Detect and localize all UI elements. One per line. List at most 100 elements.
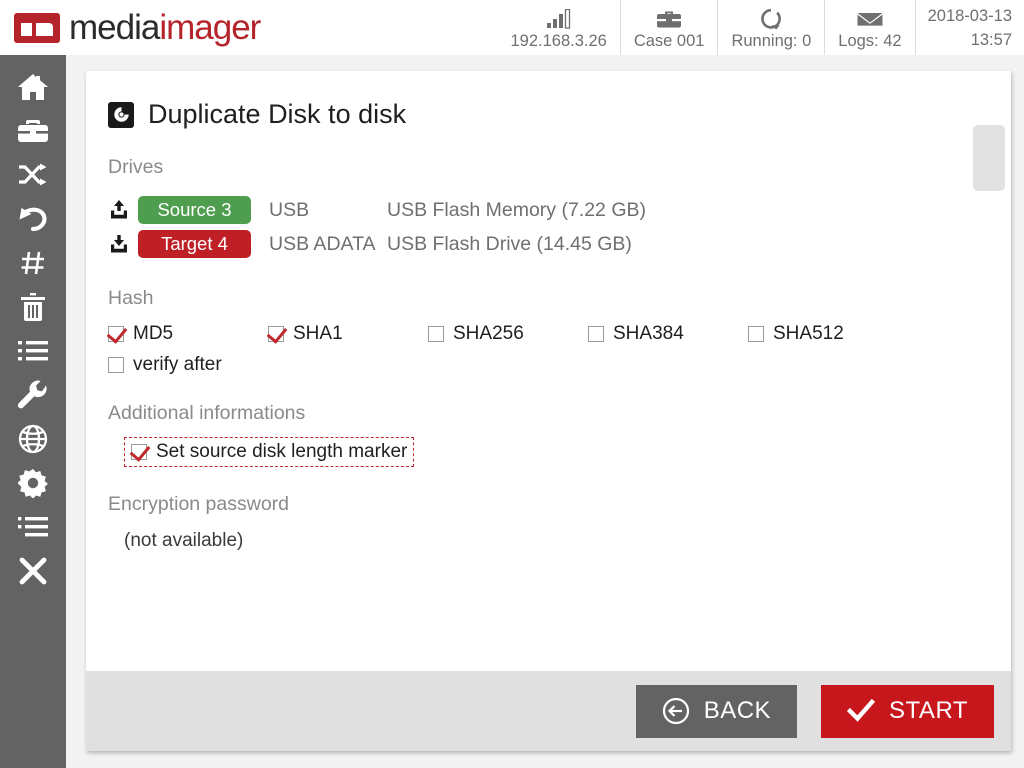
app-header: mediaimager 192.168.3.26 Case 001 Runnin… (0, 0, 1024, 55)
sidebar-item-tasks[interactable] (0, 505, 66, 549)
checkbox-sha256[interactable]: SHA256 (428, 323, 568, 345)
sidebar-item-hash[interactable] (0, 241, 66, 285)
start-button-label: START (889, 697, 968, 724)
checkbox-set-source-disk-length-marker-label: Set source disk length marker (156, 441, 408, 462)
checkbox-md5[interactable]: MD5 (108, 323, 248, 345)
drive-row-target[interactable]: Target 4 USB ADATA USB Flash Drive (14.4… (108, 227, 1011, 261)
checkbox-sha256-box[interactable] (428, 326, 444, 342)
checkbox-verify-after[interactable]: verify after (108, 354, 222, 376)
drives-section-label: Drives (108, 156, 164, 178)
additional-options-row: Set source disk length marker (108, 425, 1011, 467)
sidebar-item-network[interactable] (0, 417, 66, 461)
checkbox-sha512[interactable]: SHA512 (748, 323, 888, 345)
time-label: 13:57 (970, 30, 1012, 49)
sidebar-item-restore[interactable] (0, 197, 66, 241)
brand-logo: mediaimager (14, 7, 261, 48)
checkbox-sha512-box[interactable] (748, 326, 764, 342)
application-window: mediaimager 192.168.3.26 Case 001 Runnin… (0, 0, 1024, 768)
brand-name-part1: media (69, 7, 160, 47)
dialog-scrollbar[interactable] (971, 71, 1011, 671)
sidebar-item-duplicate[interactable] (0, 153, 66, 197)
hash-section-label: Hash (108, 287, 154, 309)
download-icon (108, 233, 138, 255)
hash-options-row: MD5 SHA1 SHA256 SHA384 SHA512 (108, 323, 1011, 345)
drive-row-source[interactable]: Source 3 USB USB Flash Memory (7.22 GB) (108, 193, 1011, 227)
dialog-title-row: Duplicate Disk to disk (108, 99, 1011, 130)
status-item-datetime: 2018-03-13 13:57 (914, 0, 1024, 55)
encryption-password-value: (not available) (124, 530, 244, 551)
envelope-icon (856, 6, 884, 32)
verify-after-row: verify after (108, 354, 1011, 376)
briefcase-icon (17, 118, 49, 144)
check-icon (847, 698, 876, 724)
additional-section-label: Additional informations (108, 402, 306, 424)
source-badge: Source 3 (138, 196, 251, 224)
source-description: USB Flash Memory (7.22 GB) (387, 198, 646, 221)
start-button[interactable]: START (821, 684, 994, 738)
sidebar-item-cases[interactable] (0, 109, 66, 153)
sidebar-item-wipe[interactable] (0, 285, 66, 329)
shuffle-icon (17, 162, 49, 188)
checkbox-set-source-disk-length-marker-box[interactable] (131, 444, 147, 460)
briefcase-icon (655, 6, 683, 32)
back-button[interactable]: BACK (635, 684, 798, 738)
checkbox-sha384-label: SHA384 (613, 323, 684, 344)
target-description: USB Flash Drive (14.45 GB) (387, 232, 632, 255)
dialog-scrollbar-thumb[interactable] (973, 125, 1005, 191)
drives-list: Source 3 USB USB Flash Memory (7.22 GB) … (86, 193, 1011, 261)
checkbox-sha1-label: SHA1 (293, 323, 343, 344)
sidebar-item-logs[interactable] (0, 329, 66, 373)
running-label: Running: 0 (731, 31, 812, 50)
wrench-icon (17, 380, 49, 410)
page-title: Duplicate Disk to disk (148, 99, 407, 129)
status-item-ip-address[interactable]: 192.168.3.26 (497, 0, 619, 55)
logs-label: Logs: 42 (838, 31, 902, 50)
brand-logo-text: mediaimager (69, 7, 261, 48)
checkbox-verify-after-box[interactable] (108, 357, 124, 373)
dialog-body: Duplicate Disk to disk Drives Source 3 U… (86, 71, 1011, 671)
checkbox-sha1-box[interactable] (268, 326, 284, 342)
refresh-icon (758, 6, 784, 32)
sidebar-item-tools[interactable] (0, 373, 66, 417)
sidebar-item-settings[interactable] (0, 461, 66, 505)
arrow-left-circle-icon (662, 697, 690, 725)
date-label: 2018-03-13 (927, 6, 1012, 25)
checkbox-sha1[interactable]: SHA1 (268, 323, 408, 345)
checkbox-verify-after-label: verify after (133, 354, 222, 375)
signal-bars-icon (546, 6, 572, 32)
brand-name-part2: imager (159, 7, 261, 47)
status-item-logs[interactable]: Logs: 42 (824, 0, 914, 55)
header-status-bar: 192.168.3.26 Case 001 Running: 0 Logs: 4… (497, 0, 1024, 55)
source-bus-label: USB (269, 198, 310, 221)
status-item-case[interactable]: Case 001 (619, 0, 718, 55)
checkbox-sha512-label: SHA512 (773, 323, 844, 344)
upload-icon (108, 199, 138, 221)
main-sidebar (0, 55, 66, 768)
sidebar-item-close[interactable] (0, 549, 66, 593)
status-item-running[interactable]: Running: 0 (717, 0, 824, 55)
checkbox-md5-box[interactable] (108, 326, 124, 342)
gear-icon (18, 468, 48, 498)
mediaimager-logo-icon (14, 12, 60, 43)
trash-icon (19, 292, 47, 322)
list-icon (17, 339, 49, 363)
sidebar-item-home[interactable] (0, 65, 66, 109)
page-content-area: Duplicate Disk to disk Drives Source 3 U… (66, 55, 1024, 768)
dialog-footer: BACK START (86, 671, 1011, 751)
case-label: Case 001 (633, 31, 705, 50)
duplicate-disk-dialog: Duplicate Disk to disk Drives Source 3 U… (86, 71, 1011, 751)
undo-icon (17, 205, 49, 233)
disk-icon (108, 101, 134, 128)
back-button-label: BACK (703, 697, 772, 724)
checkbox-sha384[interactable]: SHA384 (588, 323, 728, 345)
home-icon (16, 72, 50, 102)
hash-icon (19, 249, 47, 277)
ip-address-label: 192.168.3.26 (510, 31, 607, 50)
indent-list-icon (17, 516, 49, 538)
close-x-icon (18, 556, 48, 586)
checkbox-sha384-box[interactable] (588, 326, 604, 342)
globe-icon (18, 424, 48, 454)
encryption-section-label: Encryption password (108, 493, 290, 515)
checkbox-set-source-disk-length-marker[interactable]: Set source disk length marker (124, 437, 415, 467)
target-bus-label: USB ADATA (269, 232, 376, 255)
